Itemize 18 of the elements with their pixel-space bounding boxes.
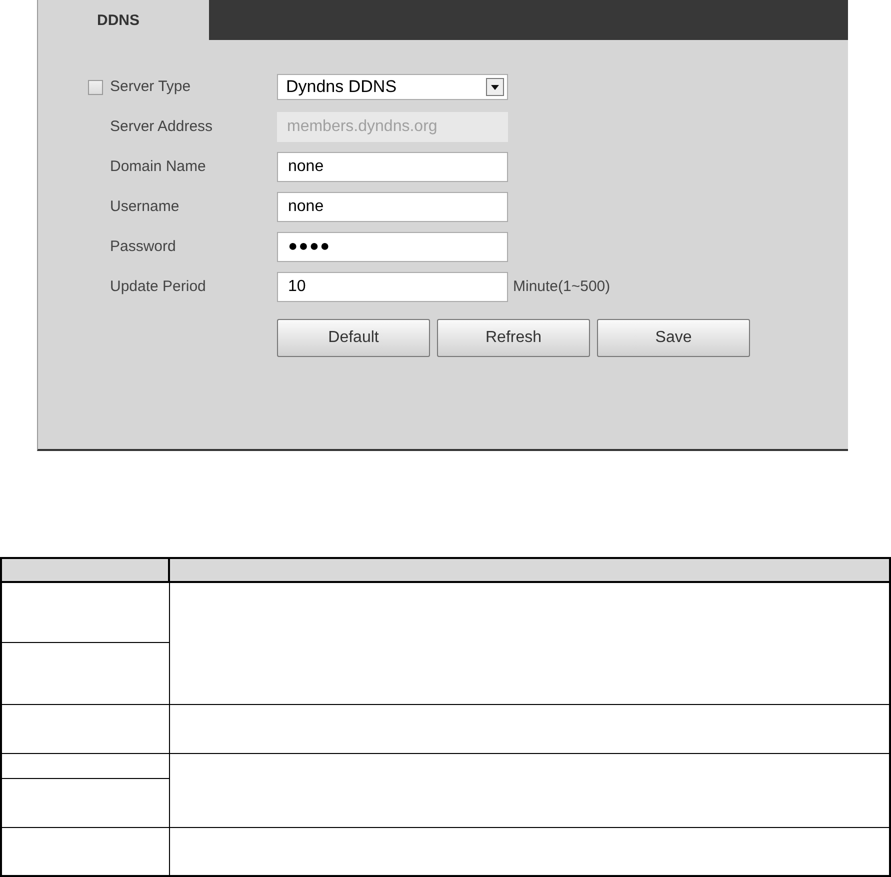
- field-label: Username: [110, 196, 180, 217]
- button[interactable]: Refresh: [437, 319, 590, 357]
- button[interactable]: Default: [277, 319, 430, 357]
- tab[interactable]: DDNS: [38, 0, 209, 40]
- field-label: Update Period: [110, 276, 207, 297]
- caret-icon: [486, 78, 504, 96]
- field-label: Password: [110, 236, 177, 257]
- input-field[interactable]: none: [277, 192, 508, 222]
- password-field[interactable]: ●●●●: [277, 232, 508, 262]
- button[interactable]: Save: [597, 319, 750, 357]
- input-field[interactable]: 10: [277, 272, 508, 302]
- input-field[interactable]: none: [277, 152, 508, 182]
- field-label: Server Type: [110, 76, 192, 97]
- field-label: Server Address: [110, 116, 214, 137]
- field-label: Domain Name: [110, 156, 207, 177]
- unit-label: Minute(1~500): [513, 276, 610, 297]
- checkbox[interactable]: [88, 80, 103, 94]
- server-type-dropdown[interactable]: Dyndns DDNS: [277, 74, 508, 100]
